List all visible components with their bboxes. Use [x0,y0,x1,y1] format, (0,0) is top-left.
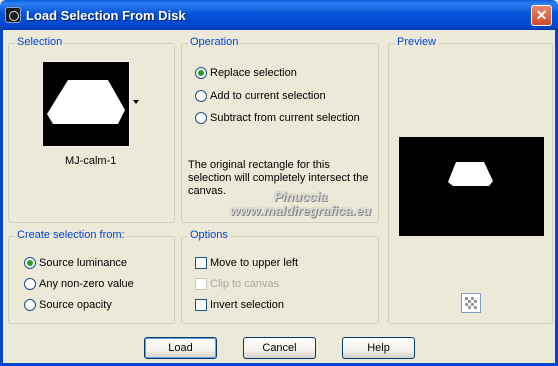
create-group-title: Create selection from: [15,229,127,241]
checkbox[interactable] [195,299,207,311]
selection-thumbnail[interactable] [42,61,130,147]
checkbox-invert-selection[interactable]: Invert selection [195,298,284,312]
app-icon[interactable] [5,7,21,23]
radio-button-selected[interactable] [195,67,207,79]
preview-shape-icon [448,162,493,186]
radio-button[interactable] [24,299,36,311]
selection-group-title: Selection [15,36,65,48]
help-button[interactable]: Help [342,337,415,359]
load-button[interactable]: Load [144,337,217,359]
selection-name: MJ-calm-1 [65,155,117,167]
radio-label: Source luminance [39,257,128,269]
checkbox-label: Move to upper left [210,257,299,269]
radio-any-non-zero[interactable]: Any non-zero value [24,277,134,291]
preview-group-title: Preview [395,36,439,48]
radio-add-selection[interactable]: Add to current selection [195,89,326,103]
close-icon[interactable]: ✕ [531,5,552,26]
window-title: Load Selection From Disk [26,8,186,23]
radio-label: Source opacity [39,299,112,311]
title-bar: Load Selection From Disk ✕ [0,0,558,30]
radio-label: Replace selection [210,67,297,79]
radio-replace-selection[interactable]: Replace selection [195,66,297,80]
radio-label: Any non-zero value [39,278,134,290]
checkerboard-pattern [462,294,480,312]
dropdown-arrow-icon[interactable] [133,100,139,104]
checkbox-label: Clip to canvas [210,278,280,290]
checkbox[interactable] [195,257,207,269]
checkerboard-icon[interactable] [461,293,481,313]
operation-info-text: The original rectangle for this selectio… [188,159,369,197]
selection-shape-icon [47,80,125,124]
radio-button-selected[interactable] [24,257,36,269]
options-group-title: Options [188,229,230,241]
radio-label: Subtract from current selection [210,112,360,124]
radio-button[interactable] [195,90,207,102]
radio-label: Add to current selection [210,90,326,102]
radio-source-luminance[interactable]: Source luminance [24,256,127,270]
operation-group-title: Operation [188,36,241,48]
cancel-button[interactable]: Cancel [243,337,316,359]
radio-source-opacity[interactable]: Source opacity [24,298,112,312]
checkbox-move-to-upper-left[interactable]: Move to upper left [195,256,298,270]
checkbox-label: Invert selection [210,299,284,311]
radio-button[interactable] [24,278,36,290]
checkbox-disabled [195,278,207,290]
checkbox-clip-to-canvas: Clip to canvas [195,277,279,291]
preview-image [399,137,544,236]
radio-button[interactable] [195,112,207,124]
radio-subtract-selection[interactable]: Subtract from current selection [195,111,360,125]
